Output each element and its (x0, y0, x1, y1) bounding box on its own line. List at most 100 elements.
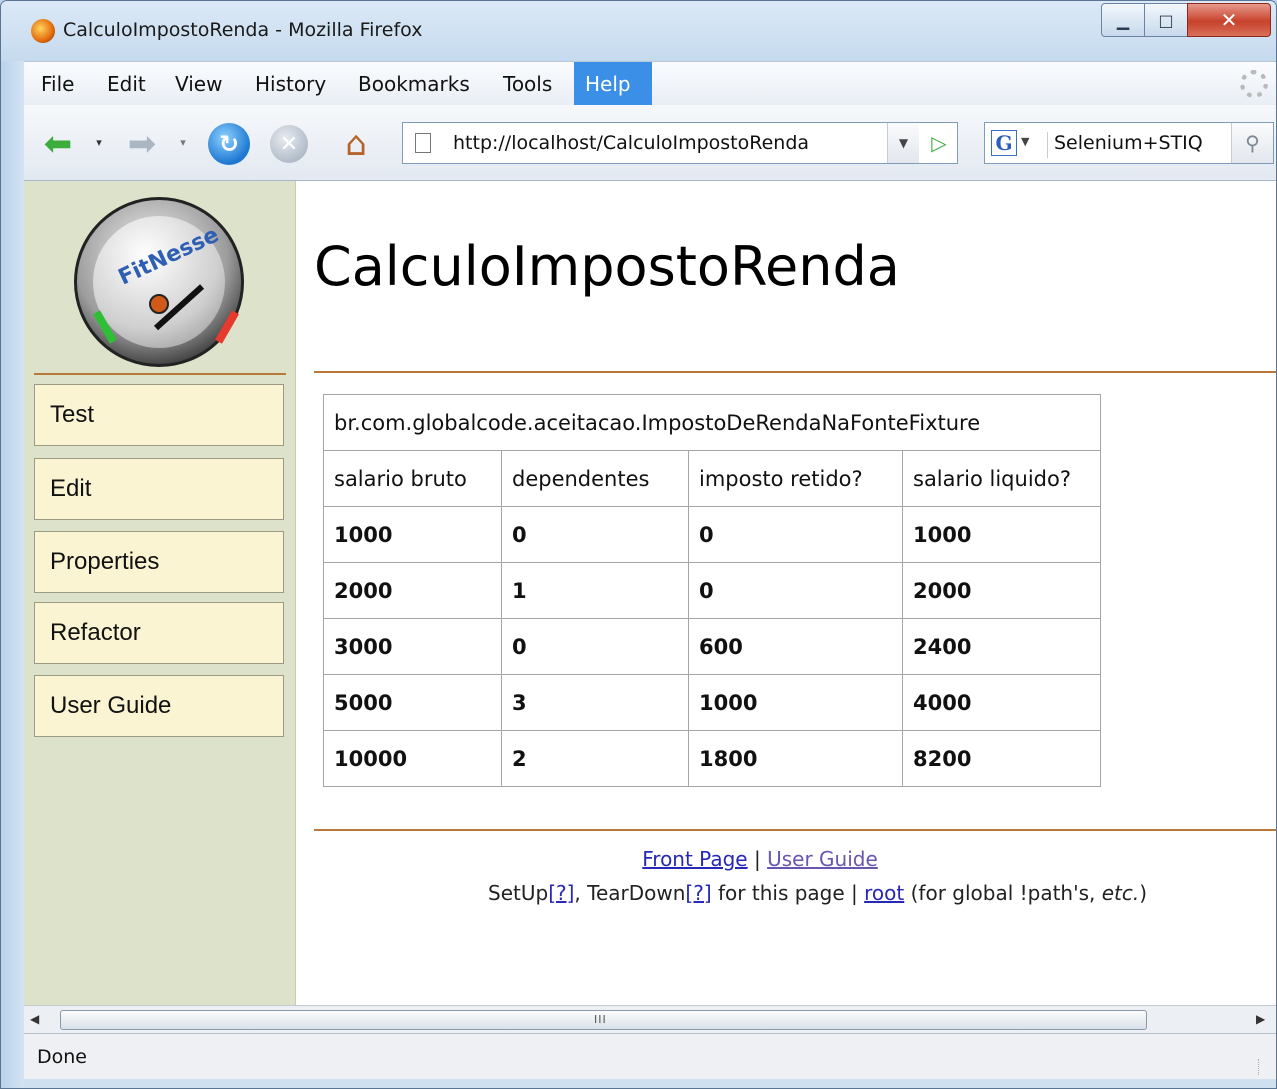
search-bar[interactable]: G ▼ Selenium+STIQ ⚲ (984, 122, 1274, 164)
fixture-row: br.com.globalcode.aceitacao.ImpostoDeRen… (323, 394, 1101, 451)
close-icon: ✕ (1220, 8, 1238, 32)
cell-salario-bruto: 10000 (323, 730, 502, 787)
url-history-dropdown[interactable]: ▼ (887, 123, 919, 163)
page-icon (415, 133, 431, 153)
root-link[interactable]: root (864, 881, 904, 905)
cell-salario-liquido: 2400 (902, 618, 1101, 675)
cell-imposto-retido: 600 (688, 618, 903, 675)
reload-button[interactable]: ↻ (208, 123, 250, 165)
footer-links: Front Page | User Guide (314, 847, 1206, 871)
scrollbar-thumb[interactable]: III (60, 1010, 1147, 1030)
for-this-page-text: for this page | (711, 881, 865, 905)
search-button[interactable]: ⚲ (1231, 123, 1273, 163)
back-arrow-icon: ⬅ (43, 124, 73, 164)
minimize-icon: ▁ (1116, 10, 1130, 30)
sidebar-item-user-guide[interactable]: User Guide (34, 675, 284, 737)
header-salario-bruto: salario bruto (323, 450, 502, 507)
window-title: CalculoImpostoRenda - Mozilla Firefox (63, 19, 423, 41)
resize-grip-icon[interactable] (1258, 1059, 1274, 1075)
gauge-hub (149, 294, 169, 314)
menu-file[interactable]: File (30, 62, 85, 106)
page-title: CalculoImpostoRenda (314, 235, 900, 298)
fixture-name: br.com.globalcode.aceitacao.ImpostoDeRen… (323, 394, 1101, 451)
address-bar[interactable]: http://localhost/CalculoImpostoRenda ▼ ▷ (402, 122, 958, 164)
browser-window: CalculoImpostoRenda - Mozilla Firefox ▁ … (0, 0, 1277, 1089)
back-button[interactable]: ⬅ (36, 124, 80, 164)
dropdown-arrow-icon: ▼ (898, 136, 909, 150)
table-row: 5000 3 1000 4000 (323, 674, 1101, 731)
logo-gauge-face: FitNesse (93, 216, 239, 348)
cell-dependentes: 1 (501, 562, 689, 619)
close-button[interactable]: ✕ (1187, 3, 1271, 37)
sidebar-item-edit[interactable]: Edit (34, 458, 284, 520)
menu-edit[interactable]: Edit (96, 62, 157, 106)
forward-button[interactable]: ➡ (120, 124, 164, 164)
setup-help-link[interactable]: [?] (548, 881, 574, 905)
dropdown-arrow-icon: ▾ (180, 135, 186, 149)
menu-tools[interactable]: Tools (492, 62, 563, 106)
status-text: Done (37, 1046, 87, 1068)
header-row: salario bruto dependentes imposto retido… (323, 450, 1101, 507)
menu-bookmarks[interactable]: Bookmarks (347, 62, 481, 106)
search-engine-dropdown-icon[interactable]: ▼ (1021, 135, 1029, 148)
cell-imposto-retido: 1800 (688, 730, 903, 787)
user-guide-link[interactable]: User Guide (767, 847, 878, 871)
cell-salario-bruto: 5000 (323, 674, 502, 731)
cell-salario-liquido: 8200 (902, 730, 1101, 787)
table-row: 3000 0 600 2400 (323, 618, 1101, 675)
footer-divider (314, 829, 1276, 831)
gauge-red-mark (215, 310, 239, 344)
menu-history[interactable]: History (244, 62, 337, 106)
sidebar-item-refactor[interactable]: Refactor (34, 602, 284, 664)
minimize-button[interactable]: ▁ (1101, 3, 1145, 37)
cell-salario-liquido: 1000 (902, 506, 1101, 563)
cell-dependentes: 0 (501, 618, 689, 675)
front-page-link[interactable]: Front Page (642, 847, 747, 871)
cell-imposto-retido: 0 (688, 562, 903, 619)
cell-salario-bruto: 2000 (323, 562, 502, 619)
fixture-table: br.com.globalcode.aceitacao.ImpostoDeRen… (323, 394, 1101, 787)
forward-arrow-icon: ➡ (127, 124, 157, 164)
maximize-icon: □ (1158, 10, 1174, 30)
scroll-left-arrow-icon[interactable]: ◀ (30, 1012, 39, 1026)
teardown-help-link[interactable]: [?] (685, 881, 711, 905)
reload-icon: ↻ (218, 130, 240, 158)
cell-salario-liquido: 2000 (902, 562, 1101, 619)
menu-view[interactable]: View (164, 62, 233, 106)
table-row: 10000 2 1800 8200 (323, 730, 1101, 787)
go-button[interactable]: ▷ (921, 123, 957, 163)
fitnesse-logo[interactable]: FitNesse (74, 197, 244, 367)
setup-label: SetUp (488, 881, 549, 905)
url-text[interactable]: http://localhost/CalculoImpostoRenda (453, 132, 809, 154)
sidebar-item-test[interactable]: Test (34, 384, 284, 446)
menu-help[interactable]: Help (574, 62, 652, 106)
window-frame (1, 61, 24, 1088)
go-arrow-icon: ▷ (931, 131, 947, 155)
sidebar: FitNesse Test Edit Properties Refactor U… (24, 181, 296, 1005)
search-engine-icon[interactable]: G (991, 130, 1017, 156)
menu-bar: File Edit View History Bookmarks Tools H… (24, 61, 1276, 106)
horizontal-scrollbar[interactable]: ◀ III ▶ (24, 1005, 1276, 1033)
table-row: 2000 1 0 2000 (323, 562, 1101, 619)
title-bar[interactable]: CalculoImpostoRenda - Mozilla Firefox ▁ … (1, 1, 1276, 61)
gauge-green-mark (93, 310, 117, 344)
header-divider (314, 371, 1276, 373)
sidebar-item-properties[interactable]: Properties (34, 531, 284, 593)
back-history-dropdown[interactable]: ▾ (92, 135, 106, 149)
stop-button[interactable]: ✕ (270, 125, 308, 163)
cell-imposto-retido: 0 (688, 506, 903, 563)
search-input[interactable]: Selenium+STIQ (1047, 132, 1203, 158)
cell-salario-bruto: 1000 (323, 506, 502, 563)
teardown-label: , TearDown (574, 881, 686, 905)
home-button[interactable]: ⌂ (334, 123, 378, 165)
scroll-right-arrow-icon[interactable]: ▶ (1256, 1012, 1265, 1026)
maximize-button[interactable]: □ (1144, 3, 1188, 37)
cell-imposto-retido: 1000 (688, 674, 903, 731)
scrollbar-grip: III (594, 1013, 607, 1026)
header-dependentes: dependentes (501, 450, 689, 507)
status-bar: Done (24, 1033, 1276, 1079)
cell-dependentes: 0 (501, 506, 689, 563)
etc-text: etc. (1101, 881, 1140, 905)
table-row: 1000 0 0 1000 (323, 506, 1101, 563)
forward-history-dropdown[interactable]: ▾ (176, 135, 190, 149)
